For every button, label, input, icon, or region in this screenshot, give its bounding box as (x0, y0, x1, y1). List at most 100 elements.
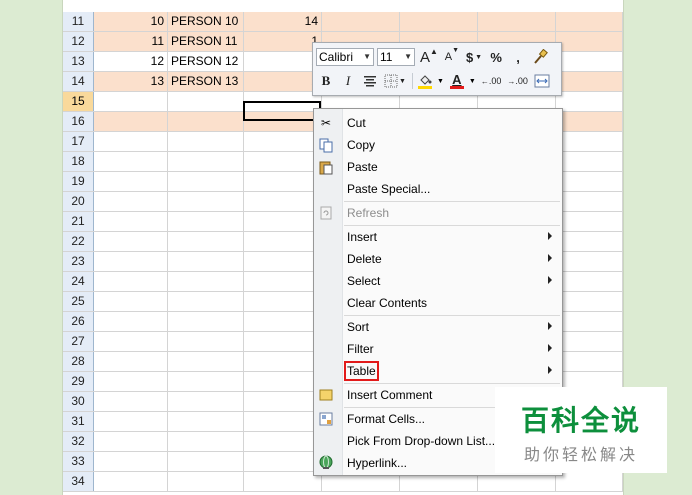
grid-cell[interactable] (322, 12, 400, 31)
menu-item-clear-contents[interactable]: Clear Contents (314, 292, 562, 314)
grid-cell[interactable] (168, 432, 244, 451)
grid-cell[interactable] (556, 192, 623, 211)
grid-cell[interactable] (244, 472, 322, 491)
menu-item-copy[interactable]: Copy (314, 134, 562, 156)
row-header[interactable]: 29 (63, 372, 94, 391)
grid-cell[interactable] (556, 92, 623, 111)
row-header[interactable]: 20 (63, 192, 94, 211)
grid-cell[interactable]: PERSON 12 (168, 52, 244, 71)
grid-cell[interactable] (168, 312, 244, 331)
comma-style-button[interactable]: , (508, 47, 528, 67)
merge-center-button[interactable] (532, 71, 552, 91)
grid-cell[interactable] (94, 232, 168, 251)
row-header[interactable]: 30 (63, 392, 94, 411)
grid-cell[interactable] (244, 392, 322, 411)
grid-cell[interactable] (94, 292, 168, 311)
row-header[interactable]: 25 (63, 292, 94, 311)
grid-cell[interactable] (556, 52, 623, 71)
menu-item-sort[interactable]: Sort (314, 316, 562, 338)
font-name-box[interactable]: Calibri ▼ (316, 48, 374, 66)
grid-cell[interactable]: 10 (94, 12, 168, 31)
grid-cell[interactable] (168, 132, 244, 151)
row-header[interactable]: 34 (63, 472, 94, 491)
row-header[interactable]: 26 (63, 312, 94, 331)
grid-cell[interactable] (168, 352, 244, 371)
row-header[interactable]: 14 (63, 72, 94, 91)
currency-format-button[interactable]: $ ▼ (464, 47, 484, 67)
grid-cell[interactable] (94, 192, 168, 211)
row-header[interactable]: 31 (63, 412, 94, 431)
borders-button[interactable]: ▼ (382, 71, 408, 91)
grid-cell[interactable] (168, 112, 244, 131)
grid-cell[interactable] (94, 372, 168, 391)
grid-cell[interactable] (556, 152, 623, 171)
grid-cell[interactable] (556, 72, 623, 91)
grid-cell[interactable] (168, 252, 244, 271)
row-header[interactable]: 12 (63, 32, 94, 51)
menu-item-insert[interactable]: Insert (314, 226, 562, 248)
grid-cell[interactable]: 13 (94, 72, 168, 91)
menu-item-paste[interactable]: Paste (314, 156, 562, 178)
grid-cell[interactable] (94, 172, 168, 191)
grid-cell[interactable] (244, 292, 322, 311)
grid-cell[interactable] (94, 212, 168, 231)
italic-button[interactable]: I (338, 71, 358, 91)
grid-cell[interactable] (168, 332, 244, 351)
grid-cell[interactable] (94, 312, 168, 331)
grid-cell[interactable] (168, 392, 244, 411)
row-header[interactable]: 33 (63, 452, 94, 471)
grid-cell[interactable] (168, 472, 244, 491)
grid-cell[interactable] (168, 172, 244, 191)
grid-cell[interactable]: 2 (244, 52, 322, 71)
grid-cell[interactable] (94, 92, 168, 111)
row-header[interactable]: 19 (63, 172, 94, 191)
grid-cell[interactable] (244, 212, 322, 231)
grid-cell[interactable] (244, 252, 322, 271)
grid-cell[interactable]: 11 (94, 32, 168, 51)
row-header[interactable]: 32 (63, 432, 94, 451)
row-header[interactable]: 21 (63, 212, 94, 231)
grid-cell[interactable] (244, 372, 322, 391)
grid-cell[interactable] (168, 152, 244, 171)
grid-cell[interactable] (556, 332, 623, 351)
increase-decimal-button[interactable]: ← .00 (479, 71, 504, 91)
row-header[interactable]: 16 (63, 112, 94, 131)
grow-font-button[interactable]: A ▲ (418, 47, 440, 67)
grid-cell[interactable]: PERSON 10 (168, 12, 244, 31)
menu-item-refresh[interactable]: Refresh (314, 202, 562, 224)
grid-cell[interactable] (556, 32, 623, 51)
row-header[interactable]: 23 (63, 252, 94, 271)
grid-cell[interactable] (168, 292, 244, 311)
percent-style-button[interactable]: % (486, 47, 506, 67)
menu-item-table[interactable]: Table (314, 360, 562, 382)
grid-cell[interactable] (556, 352, 623, 371)
grid-cell[interactable] (556, 272, 623, 291)
grid-cell[interactable] (556, 232, 623, 251)
grid-cell[interactable] (556, 292, 623, 311)
menu-item-cut[interactable]: ✂ Cut (314, 112, 562, 134)
row-header[interactable]: 28 (63, 352, 94, 371)
row-header[interactable]: 13 (63, 52, 94, 71)
grid-cell[interactable]: 14 (244, 12, 322, 31)
grid-cell[interactable] (94, 452, 168, 471)
active-cell-selection[interactable] (243, 101, 321, 121)
menu-item-select[interactable]: Select (314, 270, 562, 292)
grid-cell[interactable] (556, 312, 623, 331)
grid-cell[interactable] (168, 92, 244, 111)
grid-cell[interactable] (244, 272, 322, 291)
grid-cell[interactable] (556, 12, 623, 31)
grid-cell[interactable] (168, 232, 244, 251)
grid-cell[interactable] (168, 452, 244, 471)
grid-cell[interactable] (244, 172, 322, 191)
menu-item-delete[interactable]: Delete (314, 248, 562, 270)
row-header[interactable]: 17 (63, 132, 94, 151)
center-align-button[interactable] (360, 71, 380, 91)
grid-cell[interactable] (94, 392, 168, 411)
grid-cell[interactable] (478, 12, 556, 31)
grid-cell[interactable] (168, 212, 244, 231)
shrink-font-button[interactable]: A ▼ (442, 47, 462, 67)
grid-cell[interactable]: PERSON 13 (168, 72, 244, 91)
font-color-button[interactable]: A (447, 71, 467, 91)
grid-cell[interactable] (244, 132, 322, 151)
grid-cell[interactable] (244, 412, 322, 431)
